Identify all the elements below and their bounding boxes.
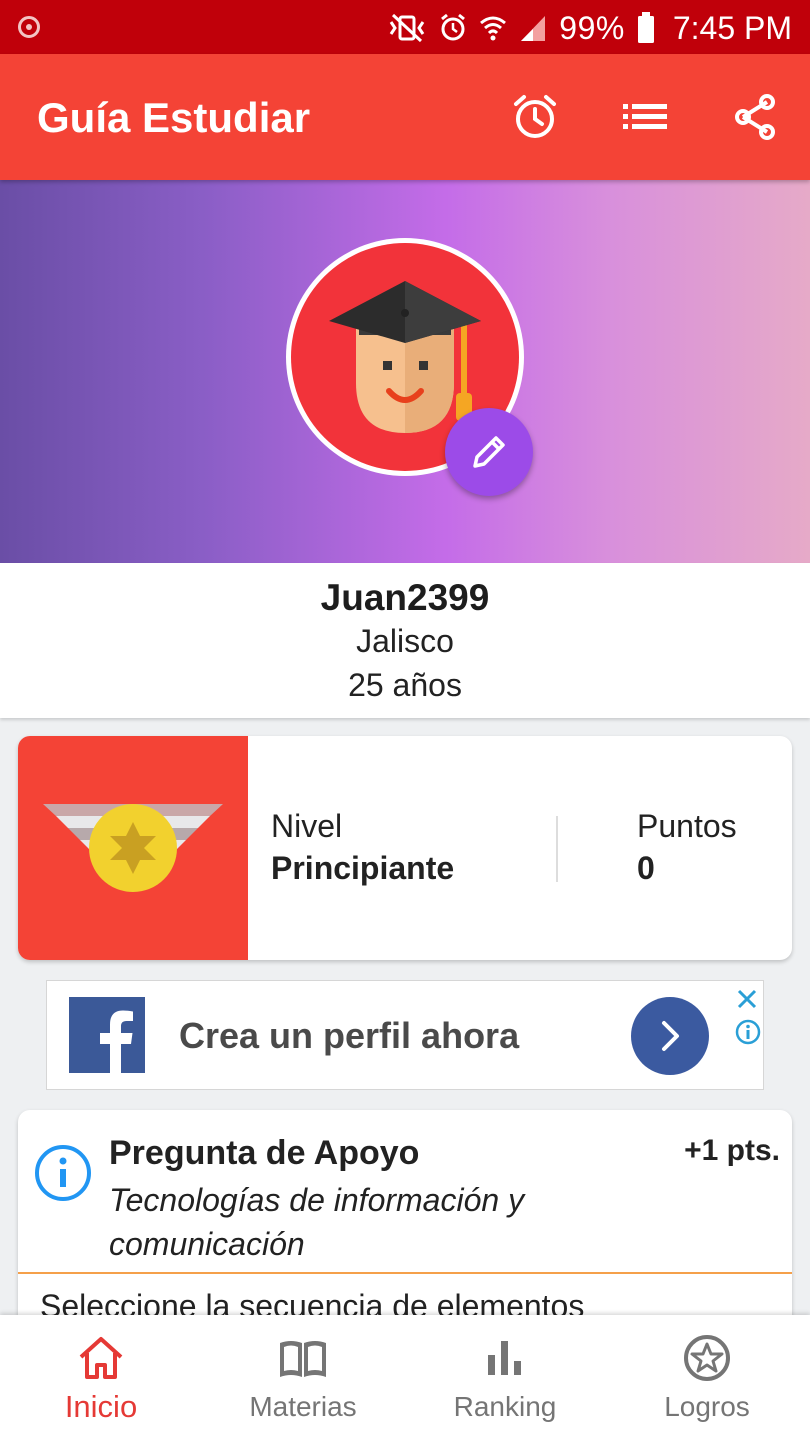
share-icon bbox=[735, 94, 775, 140]
signal-icon bbox=[521, 16, 546, 41]
alarm-button[interactable] bbox=[510, 92, 560, 142]
user-state: Jalisco bbox=[356, 623, 454, 659]
status-bar: 99% 7:45 PM bbox=[0, 0, 810, 54]
list-button[interactable] bbox=[620, 92, 670, 142]
chevron-right-icon bbox=[662, 1021, 679, 1051]
divider bbox=[18, 1272, 792, 1274]
book-icon bbox=[280, 1341, 326, 1377]
nav-label: Inicio bbox=[64, 1389, 138, 1424]
star-badge-icon bbox=[684, 1335, 730, 1381]
edit-avatar-button[interactable] bbox=[445, 408, 533, 496]
home-icon bbox=[79, 1337, 123, 1379]
app-bar: Guía Estudiar bbox=[0, 54, 810, 180]
wifi-icon bbox=[480, 16, 507, 41]
question-points: +1 pts. bbox=[684, 1134, 780, 1167]
question-title: Pregunta de Apoyo bbox=[109, 1134, 420, 1172]
nav-label: Materias bbox=[249, 1391, 357, 1422]
app-actions bbox=[510, 92, 780, 142]
level-label: Nivel bbox=[271, 808, 343, 844]
nav-item-logros[interactable]: Logros bbox=[606, 1315, 808, 1440]
points-label: Puntos bbox=[637, 808, 737, 844]
alarm-status-icon bbox=[441, 13, 466, 41]
app-title: Guía Estudiar bbox=[37, 94, 311, 141]
user-age: 25 años bbox=[348, 667, 462, 703]
level-badge-area bbox=[18, 736, 248, 960]
bottom-nav: Inicio Materias Ranking Logros bbox=[0, 1315, 810, 1440]
ad-info-icon[interactable] bbox=[735, 1019, 761, 1045]
ad-text: Crea un perfil ahora bbox=[179, 1015, 520, 1056]
winged-star-badge-icon bbox=[43, 804, 223, 892]
share-button[interactable] bbox=[730, 92, 780, 142]
nav-label: Ranking bbox=[453, 1391, 557, 1422]
battery-icon bbox=[637, 12, 654, 43]
ad-go-button[interactable] bbox=[631, 997, 709, 1075]
profile-info: Juan2399 Jalisco 25 años bbox=[0, 563, 810, 718]
level-card[interactable]: Nivel Principiante Puntos 0 bbox=[18, 736, 792, 960]
nav-item-ranking[interactable]: Ranking bbox=[404, 1315, 606, 1440]
ad-close-icon[interactable] bbox=[735, 987, 759, 1011]
pencil-icon bbox=[473, 436, 505, 468]
facebook-logo-icon bbox=[69, 997, 145, 1073]
nav-label: Logros bbox=[664, 1391, 750, 1422]
ad-banner[interactable]: Crea un perfil ahora bbox=[46, 980, 764, 1090]
nav-item-inicio[interactable]: Inicio bbox=[0, 1315, 202, 1440]
level-value: Principiante bbox=[271, 850, 455, 886]
nav-item-materias[interactable]: Materias bbox=[202, 1315, 404, 1440]
info-icon bbox=[35, 1145, 91, 1201]
cast-icon bbox=[18, 16, 40, 38]
clock: 7:45 PM bbox=[672, 9, 792, 46]
list-icon bbox=[623, 104, 667, 129]
battery-percent: 99% bbox=[559, 9, 625, 46]
bar-chart-icon bbox=[488, 1341, 521, 1375]
vibrate-mute-icon bbox=[390, 13, 425, 43]
status-icons: 99% 7:45 PM bbox=[387, 8, 792, 48]
alarm-icon bbox=[514, 95, 556, 138]
username: Juan2399 bbox=[320, 577, 490, 618]
divider bbox=[556, 816, 558, 882]
points-value: 0 bbox=[637, 850, 655, 886]
question-subject: Tecnologías de información y comunicació… bbox=[109, 1182, 525, 1262]
